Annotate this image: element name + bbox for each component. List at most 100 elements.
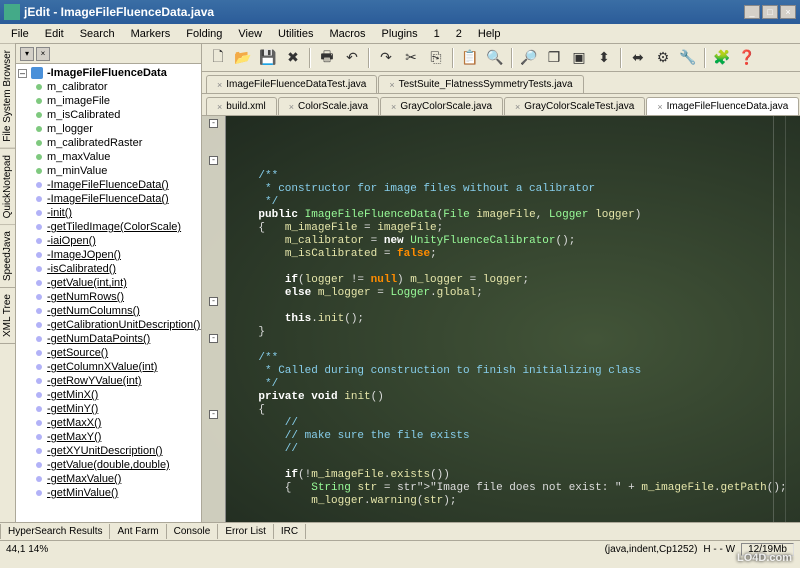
fold-toggle[interactable]: - (209, 410, 218, 419)
menu-view[interactable]: View (231, 26, 269, 42)
find-next-button[interactable]: 🔎 (517, 46, 541, 70)
tree-item[interactable]: -iaiOpen() (18, 234, 199, 248)
file-tab[interactable]: ×ImageFileFluenceDataTest.java (206, 75, 377, 93)
close-tab-icon[interactable]: × (217, 80, 222, 90)
paste-button[interactable]: 📋 (458, 46, 482, 70)
bottom-tab-hypersearch-results[interactable]: HyperSearch Results (0, 524, 110, 539)
tree-item[interactable]: -getMaxY() (18, 430, 199, 444)
fold-toggle[interactable]: - (209, 119, 218, 128)
tree-root[interactable]: – -ImageFileFluenceData (18, 66, 199, 80)
bottom-tab-error-list[interactable]: Error List (218, 524, 274, 539)
props-button[interactable]: ⚙ (651, 46, 675, 70)
bottom-tab-ant-farm[interactable]: Ant Farm (110, 524, 166, 539)
gutter[interactable]: - - - - - (202, 116, 226, 522)
tree-item[interactable]: -getNumDataPoints() (18, 332, 199, 346)
tree-item[interactable]: -getRowYValue(int) (18, 374, 199, 388)
tree-item[interactable]: m_calibratedRaster (18, 136, 199, 150)
file-tab[interactable]: ×GrayColorScaleTest.java (504, 97, 645, 115)
fold-toggle[interactable]: - (209, 334, 218, 343)
code-editor[interactable]: - - - - - /** * constructor for image files … (202, 116, 800, 522)
new-button[interactable]: 🗋 (206, 46, 230, 70)
tree-item[interactable]: -getMaxX() (18, 416, 199, 430)
tree-item[interactable]: -getXYUnitDescription() (18, 444, 199, 458)
tree-item[interactable]: -getNumRows() (18, 290, 199, 304)
tree-item[interactable]: m_isCalibrated (18, 108, 199, 122)
dock-tab-file-system-browser[interactable]: File System Browser (0, 44, 15, 149)
menu-edit[interactable]: Edit (38, 26, 71, 42)
menu-1[interactable]: 1 (427, 26, 447, 42)
close-tab-icon[interactable]: × (289, 102, 294, 112)
tree-item[interactable]: -getSource() (18, 346, 199, 360)
copy-button[interactable]: ⎘ (424, 46, 448, 70)
split-horiz-button[interactable]: ⬍ (592, 46, 616, 70)
close-button[interactable]: × (780, 5, 796, 19)
tree-item[interactable]: -getMinValue() (18, 486, 199, 500)
find-button[interactable]: 🔍 (483, 46, 507, 70)
file-tab[interactable]: ×build.xml (206, 97, 277, 115)
tree-item[interactable]: -getMinY() (18, 402, 199, 416)
tree-item[interactable]: -isCalibrated() (18, 262, 199, 276)
menu-folding[interactable]: Folding (179, 26, 229, 42)
menu-plugins[interactable]: Plugins (375, 26, 425, 42)
tree-item[interactable]: m_maxValue (18, 150, 199, 164)
open-button[interactable]: 📂 (231, 46, 255, 70)
tree-item[interactable]: m_calibrator (18, 80, 199, 94)
close-tab-icon[interactable]: × (657, 102, 662, 112)
class-tree[interactable]: – -ImageFileFluenceData m_calibratorm_im… (16, 64, 201, 522)
menu-search[interactable]: Search (73, 26, 122, 42)
tree-item[interactable]: -getColumnXValue(int) (18, 360, 199, 374)
menu-2[interactable]: 2 (449, 26, 469, 42)
menu-file[interactable]: File (4, 26, 36, 42)
file-tab[interactable]: ×GrayColorScale.java (380, 97, 503, 115)
tree-item[interactable]: -getTiledImage(ColorScale) (18, 220, 199, 234)
minimize-button[interactable]: _ (744, 5, 760, 19)
tree-item[interactable]: -getValue(double,double) (18, 458, 199, 472)
save-button[interactable]: 💾 (256, 46, 280, 70)
menu-utilities[interactable]: Utilities (271, 26, 320, 42)
dock-tab-quicknotepad[interactable]: QuickNotepad (0, 149, 15, 225)
menu-markers[interactable]: Markers (124, 26, 178, 42)
close-tab-icon[interactable]: × (391, 102, 396, 112)
fold-toggle[interactable]: - (209, 156, 218, 165)
menu-help[interactable]: Help (471, 26, 508, 42)
split-vert-button[interactable]: ⬌ (626, 46, 650, 70)
undo-button[interactable]: ↶ (340, 46, 364, 70)
dock-tab-xml-tree[interactable]: XML Tree (0, 288, 15, 344)
plugin-opts-button[interactable]: 🔧 (676, 46, 700, 70)
sidebar-menu-button[interactable]: ▾ (20, 47, 34, 61)
tree-item[interactable]: -getMaxValue() (18, 472, 199, 486)
dock-tab-speedjava[interactable]: SpeedJava (0, 225, 15, 288)
close-tab-icon[interactable]: × (217, 102, 222, 112)
unsplit-button[interactable]: ▣ (567, 46, 591, 70)
cut-button[interactable]: ✂ (399, 46, 423, 70)
tree-item[interactable]: -getMinX() (18, 388, 199, 402)
tree-item[interactable]: m_logger (18, 122, 199, 136)
plugin-mgr-button[interactable]: 🧩 (710, 46, 734, 70)
tree-item[interactable]: m_minValue (18, 164, 199, 178)
print-button[interactable]: 🖶 (315, 46, 339, 70)
memory-status[interactable]: 12/19Mb (741, 543, 794, 556)
file-tab[interactable]: ×ImageFileFluenceData.java (646, 97, 799, 115)
tree-item[interactable]: m_imageFile (18, 94, 199, 108)
code-content[interactable]: /** * constructor for image files withou… (226, 116, 800, 522)
tree-item[interactable]: -getCalibrationUnitDescription() (18, 318, 199, 332)
tree-item[interactable]: -getNumColumns() (18, 304, 199, 318)
tree-item[interactable]: -ImageFileFluenceData() (18, 178, 199, 192)
tree-item[interactable]: -init() (18, 206, 199, 220)
close-button[interactable]: ✖ (281, 46, 305, 70)
collapse-icon[interactable]: – (18, 69, 27, 78)
file-tab[interactable]: ×ColorScale.java (278, 97, 379, 115)
maximize-button[interactable]: □ (762, 5, 778, 19)
tree-item[interactable]: -getValue(int,int) (18, 276, 199, 290)
bottom-tab-irc[interactable]: IRC (274, 524, 306, 539)
close-tab-icon[interactable]: × (515, 102, 520, 112)
new-view-button[interactable]: ❐ (542, 46, 566, 70)
help-button[interactable]: ❓ (735, 46, 759, 70)
close-tab-icon[interactable]: × (389, 80, 394, 90)
tree-item[interactable]: -ImageJOpen() (18, 248, 199, 262)
tree-item[interactable]: -ImageFileFluenceData() (18, 192, 199, 206)
menu-macros[interactable]: Macros (322, 26, 372, 42)
sidebar-close-button[interactable]: × (36, 47, 50, 61)
fold-toggle[interactable]: - (209, 297, 218, 306)
file-tab[interactable]: ×TestSuite_FlatnessSymmetryTests.java (378, 75, 583, 93)
